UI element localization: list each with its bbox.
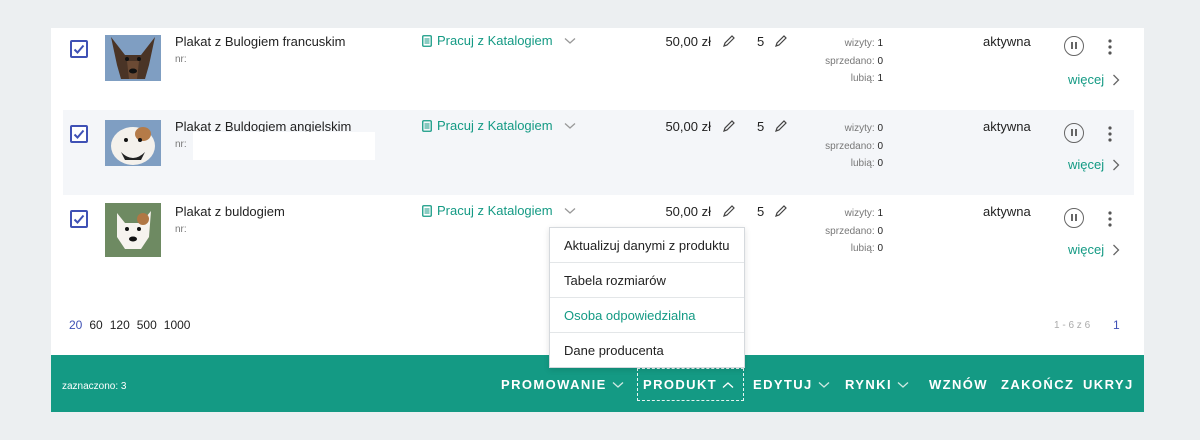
check-icon [73, 214, 85, 224]
kebab-menu-icon[interactable] [1103, 38, 1117, 56]
menu-item-update-from-product[interactable]: Aktualizuj danymi z produktu [550, 228, 744, 263]
edit-menu-button[interactable]: EDYTUJ [753, 377, 830, 392]
page-number[interactable]: 1 [1113, 318, 1120, 332]
check-icon [73, 44, 85, 54]
hide-button[interactable]: UKRYJ [1083, 377, 1134, 392]
product-number-value [193, 132, 375, 160]
promote-menu-button[interactable]: PROMOWANIE [501, 377, 624, 392]
menu-item-responsible-person[interactable]: Osoba odpowiedzialna [550, 298, 744, 333]
catalog-label: Pracuj z Katalogiem [437, 203, 553, 218]
page-size-option[interactable]: 120 [110, 318, 130, 332]
edit-price-icon[interactable] [722, 119, 736, 133]
page-size-option[interactable]: 500 [137, 318, 157, 332]
markets-menu-button[interactable]: RYNKI [845, 377, 909, 392]
product-number-label: nr: [175, 224, 187, 235]
page-size-option[interactable]: 1000 [164, 318, 191, 332]
status-label: aktywna [983, 34, 1031, 49]
document-icon [422, 119, 432, 132]
product-thumbnail[interactable] [105, 203, 161, 257]
page-size-selector: 20 60 120 500 1000 [69, 318, 190, 332]
chevron-right-icon [1113, 159, 1120, 170]
catalog-dropdown[interactable]: Pracuj z Katalogiem [422, 118, 576, 133]
catalog-label: Pracuj z Katalogiem [437, 118, 553, 133]
chevron-right-icon [1113, 74, 1120, 85]
offer-stats: wizyty: 1 sprzedano: 0 lubią: 1 [825, 38, 883, 84]
catalog-dropdown[interactable]: Pracuj z Katalogiem [422, 203, 576, 218]
product-number-label: nr: [175, 139, 187, 150]
pause-icon[interactable] [1064, 208, 1084, 228]
pause-icon[interactable] [1064, 36, 1084, 56]
finish-button[interactable]: ZAKOŃCZ [1001, 377, 1074, 392]
document-icon [422, 34, 432, 47]
edit-price-icon[interactable] [722, 204, 736, 218]
check-icon [73, 129, 85, 139]
price-value: 50,00 zł [665, 119, 711, 134]
more-link[interactable]: więcej [1068, 157, 1120, 172]
product-name[interactable]: Plakat z Bulogiem francuskim [175, 34, 346, 49]
row-checkbox[interactable] [70, 40, 88, 58]
selected-count: zaznaczono: 3 [62, 381, 127, 392]
page-size-option[interactable]: 20 [69, 318, 82, 332]
chevron-down-icon [897, 381, 909, 388]
product-number-label: nr: [175, 54, 187, 65]
product-thumbnail[interactable] [105, 35, 161, 81]
chevron-down-icon [818, 381, 830, 388]
result-range: 1 - 6 z 6 [1054, 320, 1091, 331]
chevron-down-icon [612, 381, 624, 388]
price-value: 50,00 zł [665, 204, 711, 219]
chevron-down-icon [564, 37, 576, 44]
product-name[interactable]: Plakat z buldogiem [175, 204, 285, 219]
catalog-dropdown[interactable]: Pracuj z Katalogiem [422, 33, 576, 48]
more-link[interactable]: więcej [1068, 242, 1120, 257]
chevron-up-icon [722, 381, 734, 388]
status-label: aktywna [983, 119, 1031, 134]
resume-button[interactable]: WZNÓW [929, 377, 988, 392]
row-checkbox[interactable] [70, 210, 88, 228]
page-size-option[interactable]: 60 [89, 318, 102, 332]
table-row: Plakat z Bulogiem francuskim nr: Pracuj … [63, 28, 1134, 113]
kebab-menu-icon[interactable] [1103, 210, 1117, 228]
table-row: Plakat z Buldogiem angielskim nr: Pracuj… [63, 110, 1134, 195]
catalog-label: Pracuj z Katalogiem [437, 33, 553, 48]
product-menu-button[interactable]: PRODUKT [643, 377, 734, 392]
more-link[interactable]: więcej [1068, 72, 1120, 87]
pause-icon[interactable] [1064, 123, 1084, 143]
offer-stats: wizyty: 0 sprzedano: 0 lubią: 0 [825, 123, 883, 169]
row-checkbox[interactable] [70, 125, 88, 143]
kebab-menu-icon[interactable] [1103, 125, 1117, 143]
status-label: aktywna [983, 204, 1031, 219]
document-icon [422, 204, 432, 217]
price-value: 50,00 zł [665, 34, 711, 49]
product-dropdown-menu: Aktualizuj danymi z produktu Tabela rozm… [549, 227, 745, 368]
chevron-right-icon [1113, 244, 1120, 255]
menu-item-producer-data[interactable]: Dane producenta [550, 333, 744, 368]
chevron-down-icon [564, 207, 576, 214]
product-thumbnail[interactable] [105, 120, 161, 166]
edit-price-icon[interactable] [722, 34, 736, 48]
chevron-down-icon [564, 122, 576, 129]
menu-item-size-table[interactable]: Tabela rozmiarów [550, 263, 744, 298]
offer-stats: wizyty: 1 sprzedano: 0 lubią: 0 [825, 208, 883, 254]
